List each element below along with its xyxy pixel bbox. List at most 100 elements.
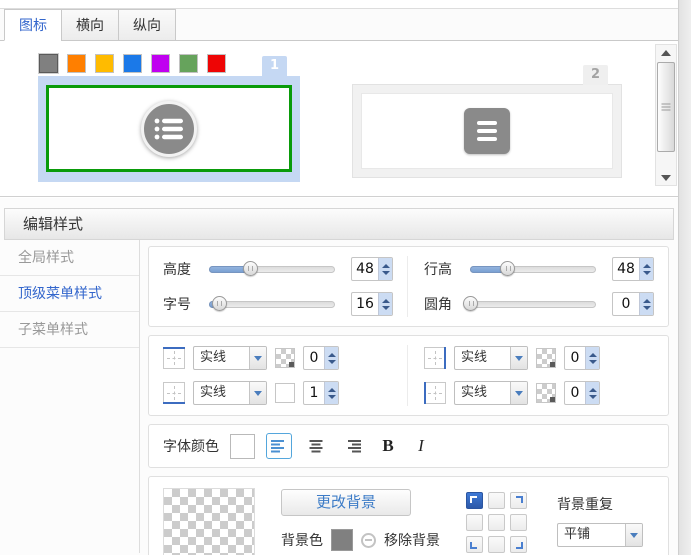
scroll-down-icon[interactable] [656, 170, 676, 185]
sidebar-item-top-menu-style[interactable]: 顶级菜单样式 [0, 276, 139, 312]
preview-section: 图标 横向 纵向 1 [0, 0, 678, 197]
dropdown-arrow-icon[interactable] [510, 382, 527, 404]
radius-slider-row: 圆角 0 [424, 291, 654, 317]
border-right-width-stepper[interactable]: 0 [564, 346, 600, 370]
height-slider[interactable] [209, 266, 335, 273]
preview-scrollbar[interactable] [655, 44, 677, 186]
bg-pos-center[interactable] [488, 514, 505, 531]
stepper-arrows-icon[interactable] [378, 293, 392, 315]
radius-slider[interactable] [470, 301, 596, 308]
dropdown-arrow-icon[interactable] [249, 347, 266, 369]
scroll-up-icon[interactable] [656, 45, 676, 60]
tab-icon[interactable]: 图标 [4, 9, 62, 41]
border-bottom-side-icon [163, 382, 185, 404]
align-right-button[interactable] [340, 433, 366, 459]
remove-background-icon[interactable] [361, 533, 376, 548]
style-sidebar: 全局样式 顶级菜单样式 子菜单样式 [0, 240, 140, 553]
stepper-arrows-icon[interactable] [639, 293, 653, 315]
border-right-color-swatch[interactable] [536, 348, 556, 368]
sidebar-item-global-style[interactable]: 全局样式 [0, 240, 139, 276]
bg-pos-top-right[interactable] [510, 492, 527, 509]
radius-stepper[interactable]: 0 [612, 292, 654, 316]
border-bottom-style-select[interactable]: 实线 [193, 381, 267, 405]
stepper-arrows-icon[interactable] [324, 347, 338, 369]
slider-knob[interactable] [212, 296, 227, 311]
border-left-color-swatch[interactable] [536, 383, 556, 403]
palette-swatch-orange[interactable] [67, 54, 86, 73]
border-top-style-select[interactable]: 实线 [193, 346, 267, 370]
font-size-slider[interactable] [209, 301, 335, 308]
background-position-grid [466, 488, 527, 555]
dropdown-arrow-icon[interactable] [625, 524, 642, 546]
window-scrollbar-track[interactable] [678, 0, 691, 555]
palette-swatch-yellow[interactable] [95, 54, 114, 73]
change-background-button[interactable]: 更改背景 [281, 489, 411, 516]
border-top-width-stepper[interactable]: 0 [303, 346, 339, 370]
border-top-color-swatch[interactable] [275, 348, 295, 368]
palette-swatch-magenta[interactable] [151, 54, 170, 73]
menu-preview-2[interactable]: 2 [352, 84, 622, 178]
dimension-sliders-box: 高度 48 字号 16 行高 [148, 246, 669, 327]
palette-swatch-gray[interactable] [39, 54, 58, 73]
scrollbar-thumb[interactable] [657, 62, 675, 152]
bg-pos-middle-left[interactable] [466, 514, 483, 531]
stepper-arrows-icon[interactable] [324, 382, 338, 404]
font-size-label: 字号 [163, 294, 193, 314]
align-center-button[interactable] [303, 433, 329, 459]
edit-section: 编辑样式 全局样式 顶级菜单样式 子菜单样式 高度 48 [0, 198, 678, 555]
height-slider-row: 高度 48 [163, 256, 393, 282]
slider-knob[interactable] [243, 261, 258, 276]
borders-box: 实线 0 实线 1 [148, 335, 669, 416]
border-left-style-select[interactable]: 实线 [454, 381, 528, 405]
border-left-width-stepper[interactable]: 0 [564, 381, 600, 405]
sidebar-item-submenu-style[interactable]: 子菜单样式 [0, 312, 139, 348]
bg-pos-bottom-right[interactable] [510, 536, 527, 553]
background-preview[interactable] [163, 488, 255, 555]
stepper-arrows-icon[interactable] [585, 382, 599, 404]
bg-pos-middle-right[interactable] [510, 514, 527, 531]
border-left-row: 实线 0 [424, 380, 654, 406]
dropdown-arrow-icon[interactable] [249, 382, 266, 404]
slider-knob[interactable] [463, 296, 478, 311]
line-height-stepper[interactable]: 48 [612, 257, 654, 281]
menu-preview-1[interactable]: 1 [38, 76, 300, 182]
border-bottom-width-stepper[interactable]: 1 [303, 381, 339, 405]
background-repeat-select[interactable]: 平铺 [557, 523, 643, 547]
preview-2-panel [361, 93, 613, 169]
border-bottom-color-swatch[interactable] [275, 383, 295, 403]
preview-1-panel [46, 85, 292, 172]
bg-pos-bottom-center[interactable] [488, 536, 505, 553]
bold-button[interactable]: B [377, 436, 399, 456]
list-glyph [153, 116, 185, 142]
align-left-button[interactable] [266, 433, 292, 459]
palette-swatch-blue[interactable] [123, 54, 142, 73]
edit-section-title: 编辑样式 [4, 208, 674, 240]
slider-knob[interactable] [500, 261, 515, 276]
line-height-slider[interactable] [470, 266, 596, 273]
stepper-arrows-icon[interactable] [585, 347, 599, 369]
height-stepper[interactable]: 48 [351, 257, 393, 281]
palette-swatch-red[interactable] [207, 54, 226, 73]
remove-background-label[interactable]: 移除背景 [384, 530, 440, 550]
tab-vertical[interactable]: 纵向 [118, 9, 176, 41]
background-color-swatch[interactable] [331, 529, 353, 551]
border-top-side-icon [163, 347, 185, 369]
font-size-stepper[interactable]: 16 [351, 292, 393, 316]
orientation-tabbar: 图标 横向 纵向 [0, 8, 678, 41]
font-color-swatch[interactable] [230, 434, 255, 459]
hamburger-menu-icon [464, 108, 510, 154]
dropdown-arrow-icon[interactable] [510, 347, 527, 369]
color-palette [39, 54, 226, 73]
palette-swatch-green[interactable] [179, 54, 198, 73]
tab-horizontal[interactable]: 横向 [61, 9, 119, 41]
bg-pos-bottom-left[interactable] [466, 536, 483, 553]
font-color-label: 字体颜色 [163, 436, 219, 456]
bg-pos-top-center[interactable] [488, 492, 505, 509]
stepper-arrows-icon[interactable] [639, 258, 653, 280]
bg-pos-top-left[interactable] [466, 492, 483, 509]
border-bottom-row: 实线 1 [163, 380, 393, 406]
border-right-style-select[interactable]: 实线 [454, 346, 528, 370]
stepper-arrows-icon[interactable] [378, 258, 392, 280]
background-repeat-label: 背景重复 [557, 494, 643, 514]
italic-button[interactable]: I [410, 436, 432, 456]
